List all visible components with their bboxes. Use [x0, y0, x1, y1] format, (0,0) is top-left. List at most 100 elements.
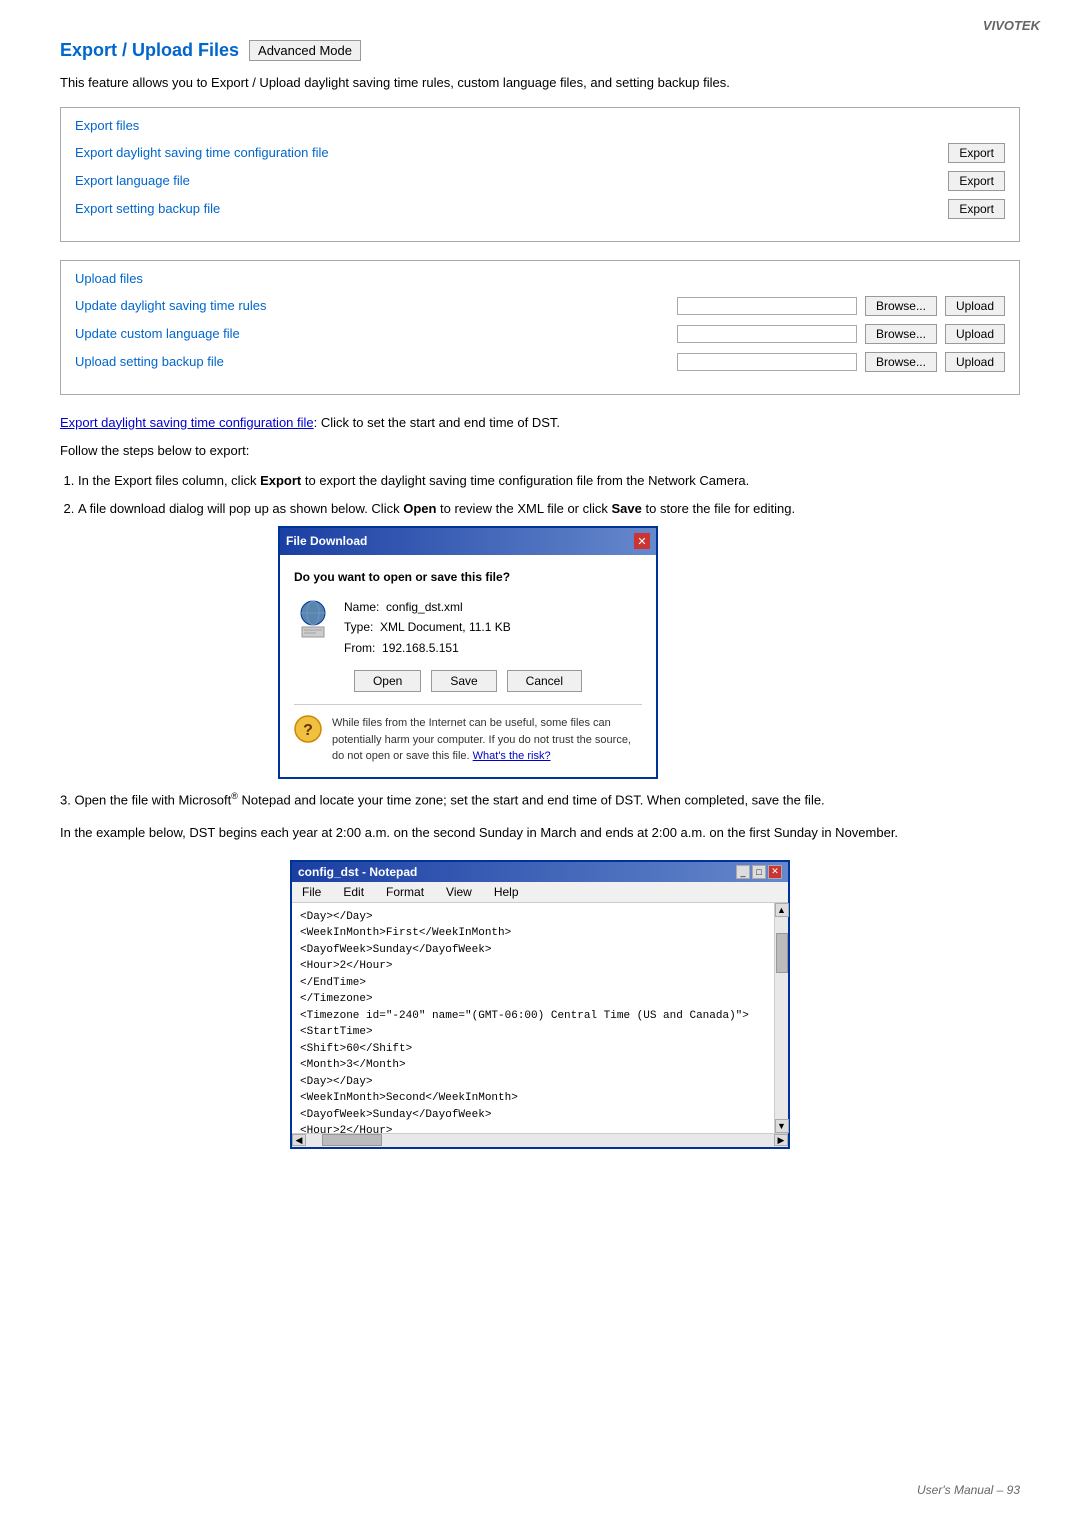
notepad-menu-help[interactable]: Help: [490, 884, 523, 900]
step2-open: Open: [403, 501, 436, 516]
upload-button-2[interactable]: Upload: [945, 324, 1005, 344]
notepad-body: <Day></Day> <WeekInMonth>First</WeekInMo…: [292, 903, 788, 1133]
brand-label: VIVOTEK: [983, 18, 1040, 33]
notepad-hscrollbar[interactable]: ◀ ▶: [292, 1133, 788, 1147]
page-title-text: Export / Upload Files: [60, 40, 239, 61]
step1-suffix: to export the daylight saving time confi…: [301, 473, 749, 488]
export-files-section: Export files Export daylight saving time…: [60, 107, 1020, 242]
export-row-2-label: Export language file: [75, 173, 805, 188]
intro-text: This feature allows you to Export / Uplo…: [60, 73, 1020, 93]
dialog-question: Do you want to open or save this file?: [294, 567, 642, 587]
notepad-menu-view[interactable]: View: [442, 884, 476, 900]
export-row-3-label: Export setting backup file: [75, 201, 805, 216]
file-from-row: From: 192.168.5.151: [344, 638, 511, 658]
file-download-dialog: File Download ✕ Do you want to open or s…: [278, 526, 1020, 778]
dialog-content: Do you want to open or save this file?: [280, 555, 656, 777]
svg-text:?: ?: [303, 722, 313, 739]
export-row-2: Export language file Export: [75, 171, 1005, 191]
file-from-label: From:: [344, 641, 375, 655]
notepad-restore-button[interactable]: □: [752, 865, 766, 879]
scrollbar-down-arrow[interactable]: ▼: [775, 1119, 789, 1133]
link-suffix: : Click to set the start and end time of…: [314, 415, 560, 430]
upload-row-2-label: Update custom language file: [75, 326, 673, 341]
dialog-title: File Download: [286, 531, 367, 551]
example-paragraph: In the example below, DST begins each ye…: [60, 823, 1020, 844]
file-from-value: 192.168.5.151: [382, 641, 459, 655]
export-language-button[interactable]: Export: [948, 171, 1005, 191]
dialog-open-button[interactable]: Open: [354, 670, 421, 692]
file-type-row: Type: XML Document, 11.1 KB: [344, 617, 511, 637]
step3-paragraph: 3. Open the file with Microsoft® Notepad…: [60, 789, 1020, 811]
dialog-save-button[interactable]: Save: [431, 670, 496, 692]
browse-button-3[interactable]: Browse...: [865, 352, 937, 372]
export-dst-link[interactable]: Export daylight saving time configuratio…: [60, 415, 314, 430]
dialog-file-info: Name: config_dst.xml Type: XML Document,…: [294, 597, 642, 658]
notepad-titlebar: config_dst - Notepad _ □ ✕: [292, 862, 788, 882]
notepad-minimize-button[interactable]: _: [736, 865, 750, 879]
notepad-title: config_dst - Notepad: [298, 865, 417, 879]
step1-bold: Export: [260, 473, 301, 488]
warning-icon: ?: [294, 715, 322, 743]
scrollbar-thumb[interactable]: [776, 933, 788, 973]
export-dst-button[interactable]: Export: [948, 143, 1005, 163]
warning-text-block: While files from the Internet can be use…: [332, 715, 642, 765]
step2-prefix: A file download dialog will pop up as sh…: [78, 501, 403, 516]
notepad-menu-edit[interactable]: Edit: [339, 884, 368, 900]
step2-save: Save: [612, 501, 642, 516]
notepad-menubar: File Edit Format View Help: [292, 882, 788, 903]
link-paragraph: Export daylight saving time configuratio…: [60, 413, 1020, 434]
advanced-mode-button[interactable]: Advanced Mode: [249, 40, 361, 61]
upload-button-3[interactable]: Upload: [945, 352, 1005, 372]
page-number: User's Manual – 93: [917, 1483, 1020, 1497]
browse-input-3[interactable]: [677, 353, 857, 371]
export-row-3: Export setting backup file Export: [75, 199, 1005, 219]
file-name-value: config_dst.xml: [386, 600, 463, 614]
dialog-cancel-button[interactable]: Cancel: [507, 670, 582, 692]
notepad-text-area[interactable]: <Day></Day> <WeekInMonth>First</WeekInMo…: [292, 903, 774, 1133]
dialog-close-button[interactable]: ✕: [634, 533, 650, 549]
hscroll-thumb[interactable]: [322, 1134, 382, 1146]
upload-button-1[interactable]: Upload: [945, 296, 1005, 316]
browse-input-1[interactable]: [677, 297, 857, 315]
upload-row-2: Update custom language file Browse... Up…: [75, 324, 1005, 344]
upload-files-section: Upload files Update daylight saving time…: [60, 260, 1020, 395]
step2-middle: to review the XML file or click: [436, 501, 611, 516]
step3-suffix: Notepad and locate your time zone; set t…: [238, 792, 825, 807]
dialog-buttons: Open Save Cancel: [294, 670, 642, 692]
export-row-1-label: Export daylight saving time configuratio…: [75, 145, 805, 160]
notepad-menu-file[interactable]: File: [298, 884, 325, 900]
browse-button-1[interactable]: Browse...: [865, 296, 937, 316]
scrollbar-up-arrow[interactable]: ▲: [775, 903, 789, 917]
steps-list: In the Export files column, click Export…: [78, 470, 1020, 779]
notepad-close-button[interactable]: ✕: [768, 865, 782, 879]
follow-steps-text: Follow the steps below to export:: [60, 441, 1020, 462]
file-icon: [294, 597, 332, 639]
step-1: In the Export files column, click Export…: [78, 470, 1020, 492]
step3-prefix: Open the file with Microsoft: [74, 792, 231, 807]
browse-button-2[interactable]: Browse...: [865, 324, 937, 344]
step2-suffix: to store the file for editing.: [642, 501, 795, 516]
upload-row-1: Update daylight saving time rules Browse…: [75, 296, 1005, 316]
whats-risk-link[interactable]: What's the risk?: [473, 750, 551, 762]
notepad-window-buttons: _ □ ✕: [736, 865, 782, 879]
notepad-container: config_dst - Notepad _ □ ✕ File Edit For…: [60, 860, 1020, 1149]
file-name-label: Name:: [344, 600, 379, 614]
file-name-row: Name: config_dst.xml: [344, 597, 511, 617]
export-backup-button[interactable]: Export: [948, 199, 1005, 219]
dialog-box: File Download ✕ Do you want to open or s…: [278, 526, 658, 778]
notepad-scrollbar[interactable]: ▲ ▼: [774, 903, 788, 1133]
upload-row-3: Upload setting backup file Browse... Upl…: [75, 352, 1005, 372]
notepad-menu-format[interactable]: Format: [382, 884, 428, 900]
hscroll-right-arrow[interactable]: ▶: [774, 1134, 788, 1146]
file-type-label: Type:: [344, 620, 373, 634]
upload-section-legend: Upload files: [75, 271, 1005, 286]
page-title: Export / Upload Files Advanced Mode: [60, 40, 1020, 61]
hscroll-left-arrow[interactable]: ◀: [292, 1134, 306, 1146]
export-row-1: Export daylight saving time configuratio…: [75, 143, 1005, 163]
file-details: Name: config_dst.xml Type: XML Document,…: [344, 597, 511, 658]
upload-row-1-label: Update daylight saving time rules: [75, 298, 673, 313]
browse-input-2[interactable]: [677, 325, 857, 343]
dialog-titlebar: File Download ✕: [280, 528, 656, 554]
notepad-window: config_dst - Notepad _ □ ✕ File Edit For…: [290, 860, 790, 1149]
file-type-value: XML Document, 11.1 KB: [380, 620, 511, 634]
